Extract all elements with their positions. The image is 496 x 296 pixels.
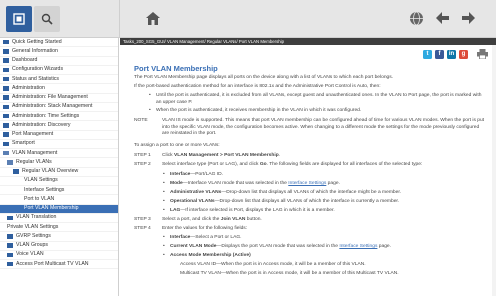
step-3-text: Select a port, and click the Join VLAN b… — [162, 217, 262, 222]
step-4-bullet-access-mode: Access Mode Membership (Active) — [163, 253, 486, 260]
step-2-text: Select interface type (Port or LAG), and… — [162, 162, 423, 167]
book-icon — [7, 215, 13, 221]
sidebar-item-access-port-multicast-tv-vlan[interactable]: Access Port Multicast TV VLAN — [0, 260, 118, 270]
page-title: Port VLAN Membership — [134, 64, 218, 73]
search-icon — [41, 13, 53, 25]
sidebar-item-smartport[interactable]: Smartport — [0, 140, 118, 149]
step-1-text: Click VLAN Management > Port VLAN Member… — [162, 153, 281, 158]
step-4-text: Enter the values for the following field… — [162, 226, 248, 231]
step-3-label: STEP 3 — [134, 217, 151, 222]
sidebar-toc: Quick Getting Started General Informatio… — [0, 38, 119, 296]
top-toolbar — [0, 0, 496, 38]
sidebar-item-regular-vlans[interactable]: Regular VLANs — [0, 158, 118, 168]
sidebar-item-administration[interactable]: Administration — [0, 84, 118, 94]
globe-icon[interactable] — [409, 11, 424, 26]
sidebar-item-admin-time-settings[interactable]: Administration: Time Settings — [0, 112, 118, 122]
book-icon — [3, 95, 9, 100]
note-label: NOTE — [134, 118, 148, 123]
help-content: t f in g Port VLAN Membership The Port V… — [120, 45, 496, 296]
book-icon — [7, 243, 13, 248]
sidebar-item-vlan-management[interactable]: VLAN Management — [0, 149, 118, 159]
step-4-label: STEP 4 — [134, 226, 151, 231]
open-book-icon — [7, 160, 13, 165]
sidebar-item-dashboard[interactable]: Dashboard — [0, 57, 118, 66]
assign-intro: To assign a port to one or more VLANs: — [134, 143, 220, 148]
access-vlan-id-text: Access VLAN ID—When the port is in Acces… — [180, 262, 366, 267]
book-icon — [7, 234, 13, 239]
twitter-icon[interactable]: t — [423, 49, 432, 59]
step-4-bullet-interface: Interface—Select a Port or LAG. — [163, 235, 486, 242]
note-text: VLAN IS mode is supported. This means th… — [162, 118, 485, 137]
step-1-label: STEP 1 — [134, 153, 151, 158]
print-icon[interactable] — [477, 49, 488, 59]
sidebar-item-admin-file-management[interactable]: Administration: File Management — [0, 94, 118, 103]
content-scrollbar[interactable] — [492, 45, 496, 296]
auth-condition-text: If the port-based authentication method … — [134, 84, 381, 89]
home-button[interactable] — [6, 6, 32, 32]
sidebar-item-interface-settings[interactable]: Interface Settings — [0, 186, 118, 196]
book-icon — [3, 86, 9, 91]
book-icon — [7, 261, 13, 267]
book-icon — [3, 39, 9, 45]
sidebar-item-vlan-settings[interactable]: VLAN Settings — [0, 177, 118, 186]
step-2-bullet-lag: LAG—If interface selected is Port, displ… — [163, 208, 486, 215]
book-icon — [3, 49, 9, 54]
sidebar-item-status-statistics[interactable]: Status and Statistics — [0, 75, 118, 85]
auth-bullet-2: When the port is authenticated, it recei… — [149, 108, 486, 115]
book-icon — [3, 67, 9, 73]
sidebar-item-admin-stack-management[interactable]: Administration: Stack Management — [0, 103, 118, 112]
book-icon — [3, 141, 9, 147]
interface-settings-link[interactable]: Interface Settings — [288, 181, 326, 186]
step-2-bullet-oper-vlans: Operational VLANs—Drop-down list that di… — [163, 199, 486, 206]
sidebar-item-port-to-vlan[interactable]: Port to VLAN — [0, 195, 118, 205]
book-icon — [3, 113, 9, 119]
book-icon — [7, 252, 13, 258]
sidebar-item-vlan-groups[interactable]: VLAN Groups — [0, 242, 118, 251]
house-icon[interactable] — [146, 12, 160, 25]
book-icon — [3, 132, 9, 137]
interface-settings-link-2[interactable]: Interface Settings — [339, 244, 377, 249]
breadcrumb: Tasks_200_SG5_GUI/ VLAN Management/ Regu… — [120, 38, 496, 45]
back-arrow-icon[interactable] — [436, 12, 449, 24]
share-buttons: t f in g — [423, 49, 488, 59]
toolbar-divider — [119, 0, 120, 38]
multicast-tv-vlan-text: Multicast TV VLAN—When the port is in Ac… — [180, 271, 399, 276]
sidebar-item-gvrp-settings[interactable]: GVRP Settings — [0, 232, 118, 242]
auth-bullet-1: Until the port is authenticated, it is e… — [149, 93, 486, 106]
step-2-bullet-mode: Mode—Interface VLAN mode that was select… — [163, 181, 486, 188]
step-2-bullet-admin-vlans: Administrative VLANs—Drop-down list that… — [163, 190, 486, 197]
sidebar-item-regular-vlan-overview[interactable]: Regular VLAN Overview — [0, 168, 118, 177]
sidebar-item-port-management[interactable]: Port Management — [0, 131, 118, 140]
book-icon — [13, 169, 19, 174]
sidebar-item-quick-getting-started[interactable]: Quick Getting Started — [0, 38, 118, 48]
intro-paragraph: The Port VLAN Membership page displays a… — [134, 75, 394, 80]
sidebar-item-voice-vlan[interactable]: Voice VLAN — [0, 251, 118, 260]
book-icon — [3, 76, 9, 82]
forward-arrow-icon[interactable] — [462, 12, 475, 24]
book-icon — [3, 104, 9, 110]
sidebar-item-vlan-translation[interactable]: VLAN Translation — [0, 214, 118, 223]
book-icon — [3, 58, 9, 63]
sidebar-item-general-information[interactable]: General Information — [0, 47, 118, 57]
book-icon — [3, 123, 9, 128]
sidebar-item-private-vlan-settings[interactable]: Private VLAN Settings — [0, 223, 118, 233]
step-4-bullet-current-mode: Current VLAN Mode—Displays the port VLAN… — [163, 244, 486, 251]
step-2-label: STEP 2 — [134, 162, 151, 167]
linkedin-icon[interactable]: in — [447, 49, 456, 59]
facebook-icon[interactable]: f — [435, 49, 444, 59]
search-button[interactable] — [34, 6, 60, 32]
google-plus-icon[interactable]: g — [459, 49, 468, 59]
sidebar-item-admin-discovery[interactable]: Administration: Discovery — [0, 121, 118, 131]
open-book-icon — [3, 150, 9, 156]
step-2-bullet-interface: Interface—Port/LAG ID. — [163, 172, 486, 179]
sidebar-item-configuration-wizards[interactable]: Configuration Wizards — [0, 66, 118, 75]
home-icon — [13, 13, 25, 25]
sidebar-item-port-vlan-membership[interactable]: Port VLAN Membership — [0, 204, 118, 214]
